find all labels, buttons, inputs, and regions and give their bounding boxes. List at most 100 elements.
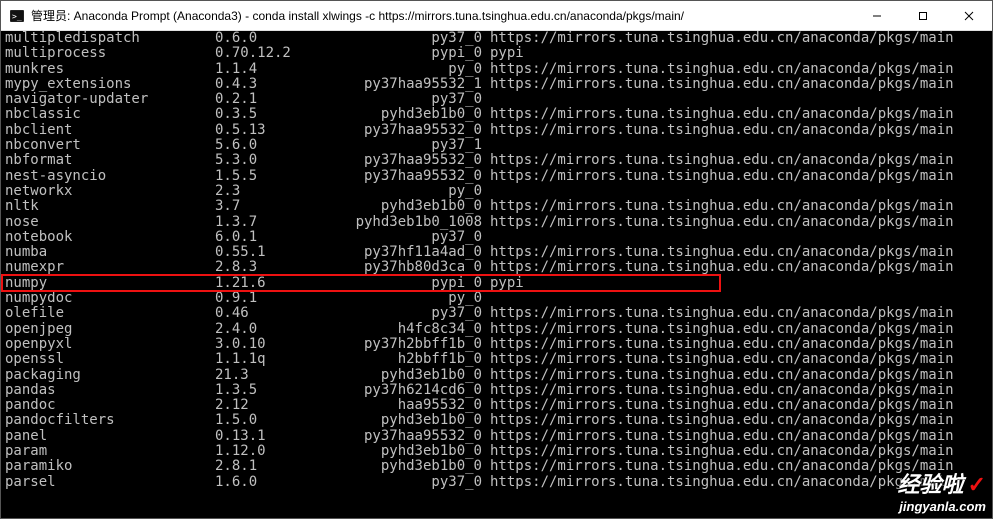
pkg-build: pyhd3eb1b0_1008	[355, 215, 490, 230]
pkg-channel: https://mirrors.tuna.tsinghua.edu.cn/ana…	[490, 123, 988, 138]
package-row: paramiko2.8.1pyhd3eb1b0_0https://mirrors…	[5, 459, 988, 474]
pkg-build: pyhd3eb1b0_0	[355, 459, 490, 474]
pkg-version: 21.3	[215, 368, 355, 383]
package-row: param1.12.0pyhd3eb1b0_0https://mirrors.t…	[5, 444, 988, 459]
pkg-version: 5.3.0	[215, 153, 355, 168]
package-row: nbconvert5.6.0py37_1	[5, 138, 988, 153]
pkg-name: multipledispatch	[5, 31, 215, 46]
pkg-name: openpyxl	[5, 337, 215, 352]
pkg-version: 0.5.13	[215, 123, 355, 138]
pkg-version: 2.8.1	[215, 459, 355, 474]
pkg-name: numexpr	[5, 260, 215, 275]
pkg-name: pandoc	[5, 398, 215, 413]
package-row: olefile0.46py37_0https://mirrors.tuna.ts…	[5, 306, 988, 321]
pkg-build: py37_0	[355, 92, 490, 107]
package-row: openpyxl3.0.10py37h2bbff1b_0https://mirr…	[5, 337, 988, 352]
pkg-version: 2.12	[215, 398, 355, 413]
pkg-name: numpydoc	[5, 291, 215, 306]
pkg-name: panel	[5, 429, 215, 444]
package-row: nbclassic0.3.5pyhd3eb1b0_0https://mirror…	[5, 107, 988, 122]
pkg-name: numba	[5, 245, 215, 260]
package-row: pandoc2.12haa95532_0https://mirrors.tuna…	[5, 398, 988, 413]
pkg-channel: pypi	[490, 276, 988, 291]
pkg-name: parsel	[5, 475, 215, 490]
pkg-name: notebook	[5, 230, 215, 245]
pkg-name: numpy	[5, 276, 215, 291]
pkg-version: 1.12.0	[215, 444, 355, 459]
close-button[interactable]	[946, 1, 992, 31]
package-row: navigator-updater0.2.1py37_0	[5, 92, 988, 107]
package-row: munkres1.1.4py_0https://mirrors.tuna.tsi…	[5, 62, 988, 77]
pkg-channel: https://mirrors.tuna.tsinghua.edu.cn/ana…	[490, 459, 988, 474]
pkg-version: 2.4.0	[215, 322, 355, 337]
pkg-channel: https://mirrors.tuna.tsinghua.edu.cn/ana…	[490, 306, 988, 321]
pkg-version: 0.46	[215, 306, 355, 321]
pkg-version: 5.6.0	[215, 138, 355, 153]
pkg-channel: https://mirrors.tuna.tsinghua.edu.cn/ana…	[490, 398, 988, 413]
pkg-channel	[490, 230, 988, 245]
pkg-build: py37_1	[355, 138, 490, 153]
package-row: notebook6.0.1py37_0	[5, 230, 988, 245]
maximize-button[interactable]	[900, 1, 946, 31]
package-row: nbclient0.5.13py37haa95532_0https://mirr…	[5, 123, 988, 138]
pkg-channel: https://mirrors.tuna.tsinghua.edu.cn/ana…	[490, 31, 988, 46]
pkg-channel: https://mirrors.tuna.tsinghua.edu.cn/ana…	[490, 245, 988, 260]
package-row: parsel1.6.0py37_0https://mirrors.tuna.ts…	[5, 475, 988, 490]
pkg-name: nbclient	[5, 123, 215, 138]
pkg-name: mypy_extensions	[5, 77, 215, 92]
titlebar[interactable]: >_ 管理员: Anaconda Prompt (Anaconda3) - co…	[1, 1, 992, 31]
pkg-version: 0.6.0	[215, 31, 355, 46]
pkg-build: pyhd3eb1b0_0	[355, 199, 490, 214]
package-row: openssl1.1.1qh2bbff1b_0https://mirrors.t…	[5, 352, 988, 367]
window-title: 管理员: Anaconda Prompt (Anaconda3) - conda…	[31, 7, 854, 24]
pkg-version: 3.7	[215, 199, 355, 214]
pkg-channel: https://mirrors.tuna.tsinghua.edu.cn/ana…	[490, 352, 988, 367]
pkg-channel: https://mirrors.tuna.tsinghua.edu.cn/ana…	[490, 260, 988, 275]
package-row: nest-asyncio1.5.5py37haa95532_0https://m…	[5, 169, 988, 184]
pkg-version: 0.55.1	[215, 245, 355, 260]
package-row: nltk3.7pyhd3eb1b0_0https://mirrors.tuna.…	[5, 199, 988, 214]
pkg-channel: https://mirrors.tuna.tsinghua.edu.cn/ana…	[490, 199, 988, 214]
pkg-channel	[490, 291, 988, 306]
pkg-channel: https://mirrors.tuna.tsinghua.edu.cn/ana…	[490, 429, 988, 444]
pkg-version: 1.1.4	[215, 62, 355, 77]
package-row: panel0.13.1py37haa95532_0https://mirrors…	[5, 429, 988, 444]
pkg-version: 6.0.1	[215, 230, 355, 245]
pkg-name: networkx	[5, 184, 215, 199]
package-row: numba0.55.1py37hf11a4ad_0https://mirrors…	[5, 245, 988, 260]
pkg-build: py_0	[355, 184, 490, 199]
pkg-build: py37_0	[355, 230, 490, 245]
pkg-build: pypi_0	[355, 46, 490, 61]
package-row: packaging21.3pyhd3eb1b0_0https://mirrors…	[5, 368, 988, 383]
pkg-channel	[490, 92, 988, 107]
pkg-build: py37hb80d3ca_0	[355, 260, 490, 275]
pkg-build: py_0	[355, 291, 490, 306]
pkg-name: nest-asyncio	[5, 169, 215, 184]
package-row: nbformat5.3.0py37haa95532_0https://mirro…	[5, 153, 988, 168]
pkg-name: param	[5, 444, 215, 459]
pkg-build: pyhd3eb1b0_0	[355, 413, 490, 428]
pkg-name: nose	[5, 215, 215, 230]
pkg-channel	[490, 138, 988, 153]
minimize-button[interactable]	[854, 1, 900, 31]
pkg-build: h4fc8c34_0	[355, 322, 490, 337]
pkg-version: 0.13.1	[215, 429, 355, 444]
pkg-name: navigator-updater	[5, 92, 215, 107]
pkg-name: nbconvert	[5, 138, 215, 153]
pkg-version: 1.3.7	[215, 215, 355, 230]
pkg-build: py37haa95532_0	[355, 169, 490, 184]
pkg-channel: https://mirrors.tuna.tsinghua.edu.cn/ana…	[490, 153, 988, 168]
pkg-version: 1.6.0	[215, 475, 355, 490]
pkg-build: pyhd3eb1b0_0	[355, 444, 490, 459]
pkg-version: 0.3.5	[215, 107, 355, 122]
package-row: networkx2.3py_0	[5, 184, 988, 199]
pkg-name: multiprocess	[5, 46, 215, 61]
pkg-name: nbformat	[5, 153, 215, 168]
package-row: multiprocess0.70.12.2pypi_0pypi	[5, 46, 988, 61]
terminal-output[interactable]: multipledispatch0.6.0py37_0https://mirro…	[1, 31, 992, 518]
pkg-build: py37_0	[355, 306, 490, 321]
pkg-name: openjpeg	[5, 322, 215, 337]
pkg-name: nbclassic	[5, 107, 215, 122]
pkg-channel: https://mirrors.tuna.tsinghua.edu.cn/ana…	[490, 368, 988, 383]
pkg-build: py37haa95532_0	[355, 429, 490, 444]
